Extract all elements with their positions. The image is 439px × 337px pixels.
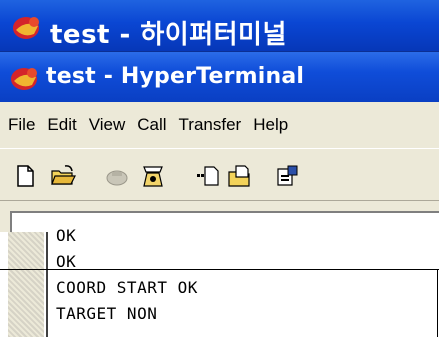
terminal-line: OK	[56, 226, 77, 245]
background-window-title: test - 하이퍼터미널	[50, 20, 287, 50]
new-document-icon[interactable]	[12, 163, 38, 189]
menu-view[interactable]: View	[85, 115, 134, 135]
menu-help[interactable]: Help	[249, 115, 296, 135]
terminal-window[interactable]: OK OK COORD START OK TARGET NON	[0, 226, 439, 337]
menu-file[interactable]: File	[4, 115, 43, 135]
window-title: test - HyperTerminal	[46, 64, 305, 89]
terminal-line: TARGET NON	[56, 304, 158, 323]
hyperterminal-app-icon[interactable]	[8, 63, 44, 93]
menu-call[interactable]: Call	[133, 115, 174, 135]
properties-icon[interactable]	[274, 163, 300, 189]
call-icon[interactable]	[140, 163, 166, 189]
background-window-titlebar[interactable]: test - 하이퍼터미널	[0, 0, 439, 52]
overlay-border-line-vertical	[437, 269, 438, 337]
terminal-text-area[interactable]: OK OK COORD START OK TARGET NON	[46, 226, 439, 337]
hyperterminal-app-icon	[10, 12, 46, 42]
window-titlebar[interactable]: test - HyperTerminal	[0, 52, 439, 102]
menu-edit[interactable]: Edit	[43, 115, 84, 135]
terminal-line: COORD START OK	[56, 278, 198, 297]
send-icon[interactable]	[196, 163, 222, 189]
disconnect-icon[interactable]	[104, 163, 130, 189]
overlay-border-line	[0, 269, 439, 270]
terminal-margin	[8, 232, 44, 337]
menu-transfer[interactable]: Transfer	[175, 115, 250, 135]
open-folder-icon[interactable]	[50, 163, 76, 189]
toolbar	[0, 148, 439, 200]
menu-bar: File Edit View Call Transfer Help	[0, 102, 439, 148]
receive-icon[interactable]	[226, 163, 252, 189]
